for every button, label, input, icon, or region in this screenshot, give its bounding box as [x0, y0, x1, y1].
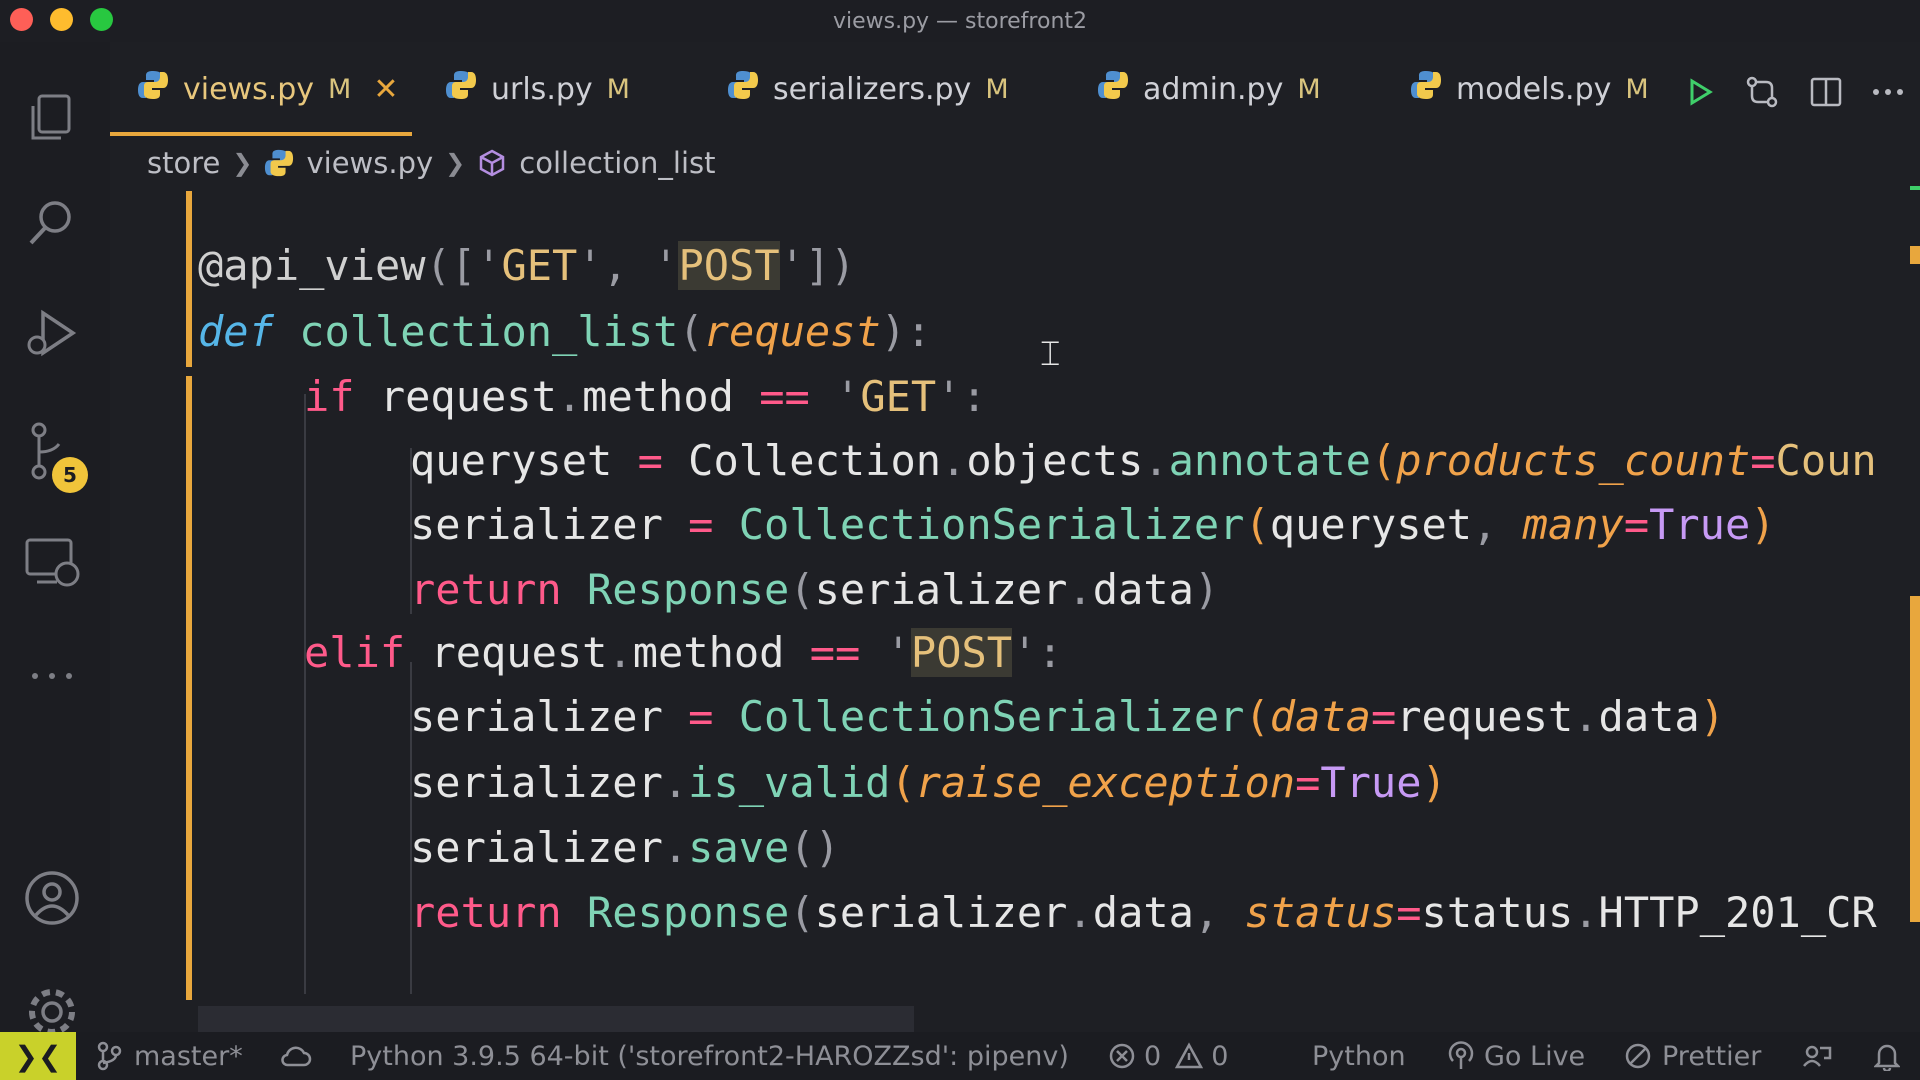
tab-label: serializers.py [773, 71, 972, 107]
code-line[interactable]: if request.method == 'GET': [304, 367, 987, 427]
code-line[interactable]: serializer = CollectionSerializer(data=r… [410, 687, 1725, 747]
close-tab-icon[interactable]: ✕ [373, 72, 398, 107]
code-line[interactable]: queryset = Collection.objects.annotate(p… [410, 431, 1877, 491]
language-mode[interactable]: Python [1312, 1032, 1406, 1080]
go-live-button[interactable]: Go Live [1448, 1032, 1585, 1080]
python-file-icon [727, 69, 759, 109]
warning-icon [1175, 1042, 1204, 1069]
notifications-bell-icon[interactable] [1874, 1032, 1900, 1080]
explorer-icon[interactable] [22, 87, 82, 147]
title-bar: views.py — storefront2 [0, 0, 1920, 42]
python-file-icon [264, 148, 294, 178]
compare-changes-icon[interactable] [1742, 72, 1782, 112]
modified-indicator: M [985, 73, 1009, 105]
prettier-button[interactable]: Prettier [1624, 1032, 1761, 1080]
git-branch[interactable]: master* [96, 1032, 243, 1080]
tab-label: urls.py [491, 71, 593, 107]
code-line[interactable]: serializer.save() [410, 818, 840, 878]
python-file-icon [1097, 69, 1129, 109]
broadcast-icon [1448, 1041, 1474, 1069]
modified-indicator: M [606, 73, 630, 105]
activity-bar: 5 [0, 42, 110, 1035]
modified-indicator: M [1625, 73, 1649, 105]
tab-label: admin.py [1143, 71, 1284, 107]
prettier-status-icon [1625, 1043, 1651, 1069]
modified-indicator: M [328, 73, 352, 105]
editor-tabs: views.py M ✕ urls.py M serializers.py M … [110, 42, 1920, 136]
code-line[interactable]: @api_view(['GET', 'POST']) [198, 236, 856, 296]
run-debug-icon[interactable] [22, 304, 82, 364]
text-cursor-icon: ⌶ [1040, 334, 1061, 374]
chevron-right-icon: ❯ [445, 149, 466, 177]
remote-indicator-icon[interactable]: ❯❮ [0, 1032, 76, 1080]
overview-ruler-mark [1910, 186, 1920, 190]
overview-ruler-mark [1910, 246, 1920, 264]
remote-explorer-icon[interactable] [22, 532, 82, 592]
code-line[interactable]: serializer.is_valid(raise_exception=True… [410, 753, 1447, 813]
chevron-right-icon: ❯ [232, 149, 253, 177]
code-editor[interactable]: @api_view(['GET', 'POST']) def collectio… [110, 186, 1920, 1032]
tab-urls-py[interactable]: urls.py M [445, 42, 630, 136]
tab-label: models.py [1456, 71, 1612, 107]
split-editor-icon[interactable] [1806, 72, 1846, 112]
modified-indicator: M [1297, 73, 1321, 105]
breadcrumb: store ❯ views.py ❯ collection_list [147, 140, 716, 186]
sync-cloud-icon[interactable] [280, 1032, 312, 1080]
horizontal-scrollbar[interactable] [198, 1006, 914, 1032]
indent-guide [304, 394, 306, 994]
status-bar: ❯❮ master* Python 3.9.5 64-bit ('storefr… [0, 1032, 1920, 1080]
git-modified-gutter [186, 191, 192, 367]
breadcrumb-file[interactable]: views.py [306, 146, 433, 180]
code-line[interactable]: elif request.method == 'POST': [304, 623, 1063, 683]
git-modified-gutter [186, 376, 192, 1000]
method-symbol-icon [477, 148, 507, 178]
active-tab-indicator [110, 132, 412, 136]
search-icon[interactable] [22, 192, 82, 252]
overview-ruler-mark [1910, 596, 1920, 922]
error-icon [1109, 1043, 1135, 1069]
account-icon[interactable] [22, 868, 82, 928]
window-title: views.py — storefront2 [832, 9, 1088, 34]
run-icon[interactable] [1680, 72, 1720, 112]
tab-label: views.py [183, 71, 315, 107]
tab-serializers-py[interactable]: serializers.py M [727, 42, 1009, 136]
more-actions-icon[interactable] [1868, 72, 1908, 112]
source-control-badge: 5 [52, 457, 88, 493]
code-line[interactable]: def collection_list(request): [198, 302, 931, 362]
branch-icon [97, 1041, 122, 1071]
breadcrumb-symbol[interactable]: collection_list [519, 146, 715, 180]
code-line[interactable]: serializer = CollectionSerializer(querys… [410, 495, 1776, 555]
code-line[interactable]: return Response(serializer.data, status=… [410, 883, 1877, 943]
python-file-icon [445, 69, 477, 109]
more-icon[interactable] [22, 646, 82, 706]
code-line[interactable]: return Response(serializer.data) [410, 560, 1219, 620]
tab-views-py[interactable]: views.py M ✕ [137, 42, 398, 136]
problems-indicator[interactable]: 0 0 [1108, 1032, 1228, 1080]
feedback-icon[interactable] [1802, 1032, 1832, 1080]
python-file-icon [137, 69, 169, 109]
python-file-icon [1410, 69, 1442, 109]
tab-admin-py[interactable]: admin.py M [1097, 42, 1321, 136]
python-interpreter[interactable]: Python 3.9.5 64-bit ('storefront2-HAROZZ… [350, 1032, 1069, 1080]
breadcrumb-folder[interactable]: store [147, 146, 220, 180]
tab-models-py[interactable]: models.py M [1410, 42, 1649, 136]
